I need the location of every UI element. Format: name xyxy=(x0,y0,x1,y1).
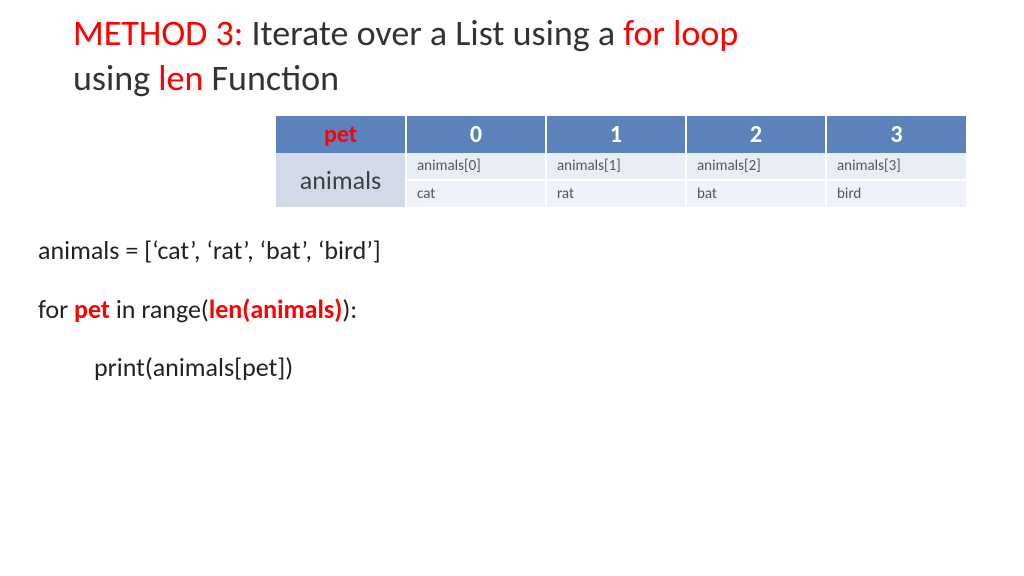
code-colon: ): xyxy=(342,293,357,325)
header-pet: pet xyxy=(276,116,406,153)
code-len-call: len(animals) xyxy=(209,293,343,325)
ref-3: animals[3] xyxy=(826,153,966,180)
code-var-pet: pet xyxy=(74,293,110,325)
val-2: bat xyxy=(686,180,826,207)
ref-1: animals[1] xyxy=(546,153,686,180)
ref-row: animals animals[0] animals[1] animals[2]… xyxy=(276,153,966,180)
ref-2: animals[2] xyxy=(686,153,826,180)
title-part2: using xyxy=(73,56,158,100)
header-idx-1: 1 xyxy=(546,116,686,153)
title-method: METHOD 3: xyxy=(73,11,243,55)
slide-title: METHOD 3: Iterate over a List using a fo… xyxy=(73,11,738,101)
code-for: for xyxy=(38,293,74,325)
val-1: rat xyxy=(546,180,686,207)
val-3: bird xyxy=(826,180,966,207)
code-block: animals = [‘cat’, ‘rat’, ‘bat’, ‘bird’] … xyxy=(38,234,381,384)
val-0: cat xyxy=(406,180,546,207)
code-line-2: for pet in range(len(animals)): xyxy=(38,293,381,326)
header-row: pet 0 1 2 3 xyxy=(276,116,966,153)
header-idx-0: 0 xyxy=(406,116,546,153)
header-idx-2: 2 xyxy=(686,116,826,153)
code-print: print(animals[pet]) xyxy=(94,351,293,383)
code-range: in range( xyxy=(110,293,209,325)
header-idx-3: 3 xyxy=(826,116,966,153)
title-for-loop: for loop xyxy=(623,11,738,55)
title-len: len xyxy=(158,56,203,100)
ref-0: animals[0] xyxy=(406,153,546,180)
row-label-animals: animals xyxy=(276,153,406,207)
title-part3: Function xyxy=(203,56,339,100)
code-line-3: print(animals[pet]) xyxy=(38,351,381,384)
title-part1: Iterate over a List using a xyxy=(243,11,623,55)
code-line-1: animals = [‘cat’, ‘rat’, ‘bat’, ‘bird’] xyxy=(38,234,381,267)
index-table: pet 0 1 2 3 animals animals[0] animals[1… xyxy=(276,116,966,207)
